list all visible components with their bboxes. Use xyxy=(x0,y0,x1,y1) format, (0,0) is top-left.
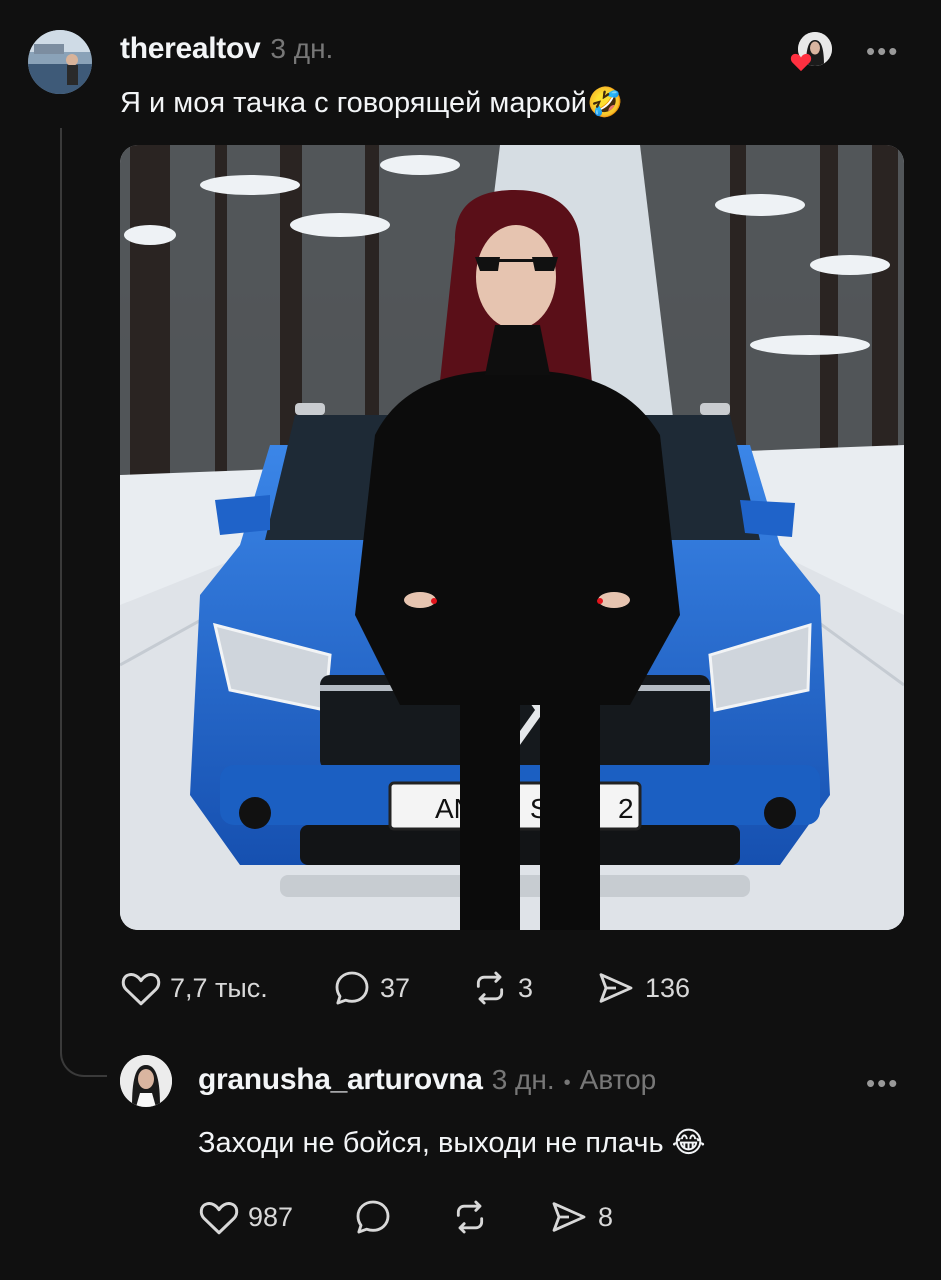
like-button[interactable]: 7,7 тыс. xyxy=(120,968,268,1008)
comment-icon xyxy=(356,1200,390,1234)
reply-share-count: 8 xyxy=(598,1201,614,1232)
reply-time: 3 дн. xyxy=(491,1064,555,1095)
send-icon xyxy=(599,973,633,1003)
post-time: 3 дн. xyxy=(270,33,334,64)
like-count: 7,7 тыс. xyxy=(170,972,268,1003)
reply-more-button[interactable]: ••• xyxy=(866,1068,899,1099)
post-image[interactable]: ANDRI ST 2 xyxy=(120,145,904,930)
liked-by-avatar[interactable] xyxy=(790,32,834,76)
author-badge: Автор xyxy=(579,1064,657,1095)
reply-comment-button[interactable] xyxy=(353,1197,401,1237)
reply-username[interactable]: granusha_arturovna xyxy=(198,1063,483,1097)
comment-icon xyxy=(335,971,369,1005)
post-author-avatar[interactable] xyxy=(28,30,92,94)
repost-button[interactable]: 3 xyxy=(470,968,533,1008)
reply-text: Заходи не бойся, выходи не плачь 😂 xyxy=(198,1127,706,1159)
thread-line xyxy=(60,128,62,1043)
repost-icon xyxy=(476,971,504,1005)
repost-count: 3 xyxy=(518,972,534,1003)
share-count: 136 xyxy=(645,972,691,1003)
post-username[interactable]: therealtov xyxy=(120,32,261,66)
reply-separator: • xyxy=(563,1072,571,1094)
heart-icon xyxy=(121,973,161,1006)
share-button[interactable]: 136 xyxy=(595,968,690,1008)
post-text: Я и моя тачка с говорящей маркой🤣 xyxy=(120,87,624,119)
comment-count: 37 xyxy=(380,972,411,1003)
send-icon xyxy=(552,1202,586,1232)
heart-badge-icon xyxy=(790,53,812,72)
thread-connector xyxy=(60,1030,107,1077)
comment-button[interactable]: 37 xyxy=(332,968,410,1008)
reply-like-button[interactable]: 987 xyxy=(198,1197,293,1237)
repost-icon xyxy=(456,1200,484,1234)
license-plate-suffix: 2 xyxy=(618,793,634,824)
reply-like-count: 987 xyxy=(248,1201,294,1232)
reply-repost-button[interactable] xyxy=(450,1197,498,1237)
reply-share-button[interactable]: 8 xyxy=(548,1197,613,1237)
heart-icon xyxy=(199,1202,239,1235)
post-more-button[interactable]: ••• xyxy=(866,36,899,67)
reply-author-avatar[interactable] xyxy=(120,1055,172,1107)
